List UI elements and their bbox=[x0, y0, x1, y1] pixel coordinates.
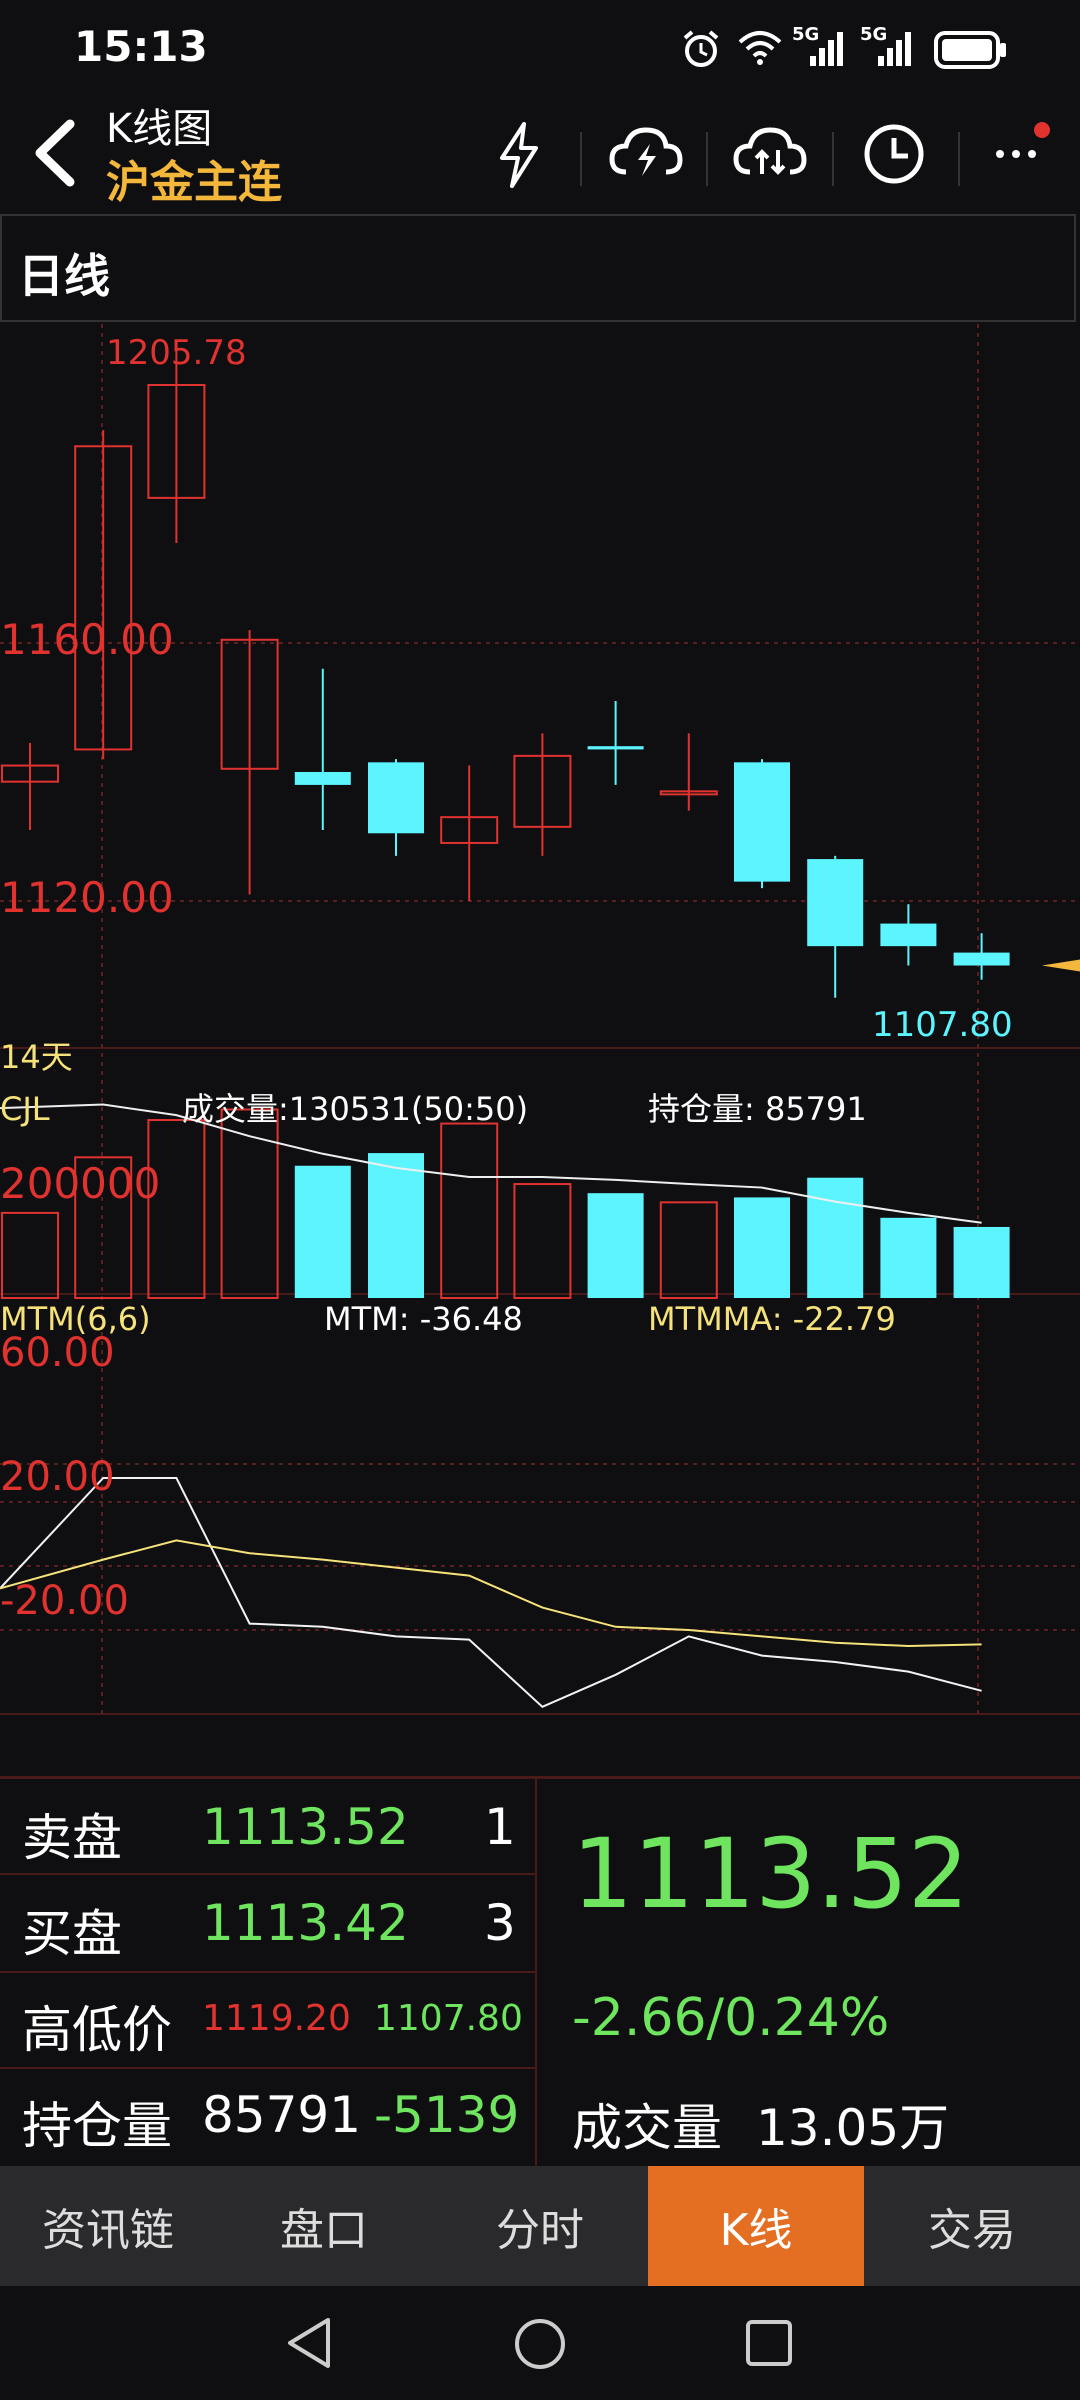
nav-back-icon[interactable] bbox=[284, 2316, 334, 2370]
volume-bar bbox=[659, 1201, 718, 1300]
candle-body bbox=[734, 762, 790, 882]
last-price-marker bbox=[1042, 959, 1080, 972]
volume-name-label: CJL bbox=[0, 1090, 50, 1128]
signal-5g-icon-2: 5G bbox=[860, 24, 920, 72]
low-marker-label: 1107.80 bbox=[872, 1005, 1013, 1045]
buy-price: 1113.42 bbox=[202, 1894, 409, 1952]
volume-bar bbox=[1, 1211, 59, 1299]
quote-panel: 卖盘 1113.52 1 买盘 1113.42 3 高低价 1119.20 11… bbox=[0, 1776, 1080, 2168]
status-bar: 15:13 5G 5G bbox=[0, 0, 1080, 96]
mtm-value-label: MTM: -36.48 bbox=[324, 1300, 523, 1338]
kline-chart[interactable]: 1205.78 1107.80 1160.00 1120.00 14天 CJL 成交量:13… bbox=[0, 324, 1080, 1724]
mtm-line bbox=[0, 1477, 982, 1708]
volume-bar bbox=[147, 1119, 206, 1299]
volume-bar bbox=[953, 1226, 1010, 1298]
volume-value: 13.05万 bbox=[756, 2099, 950, 2157]
candle-body bbox=[807, 859, 864, 947]
volume-label: 成交量 bbox=[572, 2099, 722, 2157]
volume-info-label: 成交量:130531(50:50) bbox=[182, 1090, 528, 1128]
mtmma-value-label: MTMMA: -22.79 bbox=[648, 1300, 896, 1338]
volume-bar bbox=[440, 1122, 499, 1299]
candle-body bbox=[953, 952, 1010, 966]
mtm-axis-label: 20.00 bbox=[0, 1454, 115, 1500]
lightning-icon[interactable] bbox=[494, 120, 544, 190]
cloud-sync-icon[interactable] bbox=[732, 124, 808, 184]
volume-bar bbox=[220, 1108, 279, 1300]
candle-body bbox=[587, 746, 644, 750]
price-change: -2.66/0.24% bbox=[572, 1988, 890, 2048]
candle-body bbox=[880, 923, 937, 947]
tab-news[interactable]: 资讯链 bbox=[0, 2166, 216, 2286]
candle-body bbox=[368, 762, 424, 834]
last-price: 1113.52 bbox=[572, 1818, 969, 1930]
volume-bar bbox=[807, 1177, 864, 1298]
days-label: 14天 bbox=[0, 1038, 73, 1076]
clock-icon[interactable] bbox=[862, 122, 926, 186]
high-low-label: 高低价 bbox=[22, 2001, 172, 2059]
cloud-flash-icon[interactable] bbox=[608, 124, 684, 184]
signal-5g-icon: 5G bbox=[792, 24, 852, 72]
network-label: 5G bbox=[792, 24, 820, 45]
open-interest-change: -5139 bbox=[374, 2086, 520, 2144]
price-axis-label: 1120.00 bbox=[0, 873, 174, 922]
volume-bar bbox=[513, 1183, 572, 1299]
volume-bar bbox=[368, 1153, 424, 1298]
high-price: 1119.20 bbox=[202, 1998, 351, 2039]
open-interest-info-label: 持仓量: 85791 bbox=[648, 1090, 867, 1128]
nav-recents-icon[interactable] bbox=[744, 2318, 794, 2368]
battery-icon bbox=[934, 31, 1006, 69]
alarm-icon bbox=[683, 30, 719, 67]
sell-label: 卖盘 bbox=[22, 1809, 122, 1867]
open-interest: 85791 bbox=[202, 2086, 362, 2144]
system-nav-bar bbox=[0, 2286, 1080, 2400]
sell-qty: 1 bbox=[484, 1798, 516, 1856]
buy-qty: 3 bbox=[484, 1894, 516, 1952]
mtm-axis-label: 60.00 bbox=[0, 1330, 115, 1376]
volume-axis-label: 200000 bbox=[0, 1159, 160, 1208]
high-marker-label: 1205.78 bbox=[106, 333, 247, 373]
price-axis-label: 1160.00 bbox=[0, 615, 174, 664]
volume-bar bbox=[734, 1197, 790, 1298]
low-price: 1107.80 bbox=[374, 1998, 523, 2039]
tab-orderbook[interactable]: 盘口 bbox=[216, 2166, 432, 2286]
period-selector[interactable]: 日线 bbox=[0, 214, 1076, 322]
top-bar: K线图 沪金主连 bbox=[0, 96, 1080, 214]
contract-name: 沪金主连 bbox=[106, 157, 282, 208]
tab-kline[interactable]: K线 bbox=[648, 2166, 864, 2286]
volume-bar bbox=[294, 1165, 351, 1298]
buy-label: 买盘 bbox=[22, 1905, 122, 1963]
network-label-2: 5G bbox=[860, 24, 888, 45]
volume-bar bbox=[587, 1193, 644, 1298]
open-interest-label: 持仓量 bbox=[22, 2097, 172, 2155]
back-arrow-icon[interactable] bbox=[28, 118, 84, 188]
mtm-axis-label: -20.00 bbox=[0, 1578, 129, 1624]
volume-bar bbox=[880, 1217, 937, 1298]
wifi-icon bbox=[738, 31, 782, 65]
tab-intraday[interactable]: 分时 bbox=[432, 2166, 648, 2286]
more-menu-icon[interactable] bbox=[990, 120, 1060, 180]
sell-price: 1113.52 bbox=[202, 1798, 409, 1856]
status-time: 15:13 bbox=[74, 22, 208, 71]
tab-trade[interactable]: 交易 bbox=[864, 2166, 1080, 2286]
nav-home-icon[interactable] bbox=[512, 2316, 568, 2372]
chart-labels: 1205.78 1107.80 1160.00 1120.00 14天 CJL 成交量:13… bbox=[0, 333, 1013, 1624]
candle-body bbox=[294, 772, 351, 785]
bottom-tabs: 资讯链 盘口 分时 K线 交易 bbox=[0, 2166, 1080, 2286]
period-label: 日线 bbox=[18, 249, 110, 303]
